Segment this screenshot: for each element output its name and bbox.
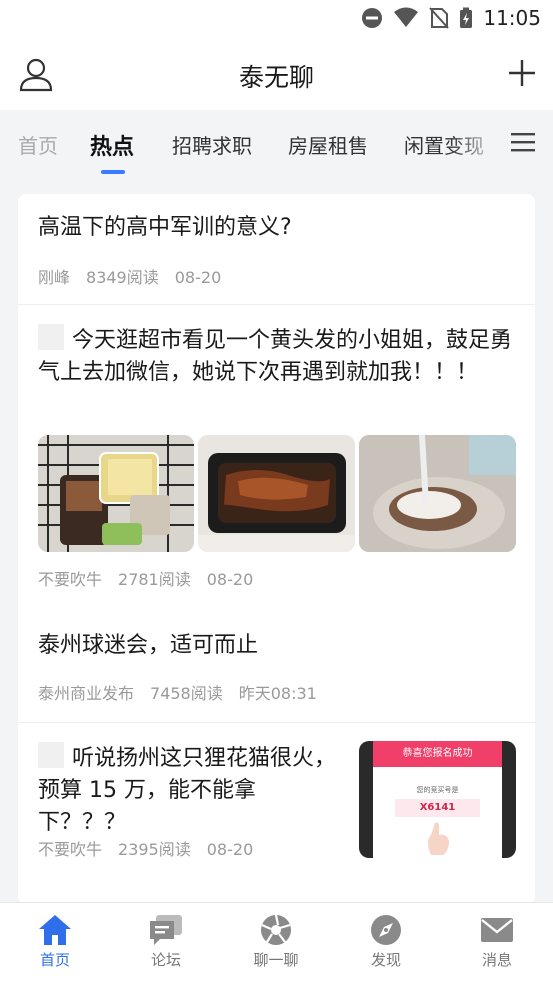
screenshot-thumbnail: 恭喜您报名成功 您的竞买号是 X6141 [373,741,502,858]
nav-label: 论坛 [150,951,181,969]
thumbnail-banner: 恭喜您报名成功 [373,741,502,767]
tab-jobs[interactable]: 招聘求职 [172,130,252,159]
tabs-fade [450,110,505,176]
app-title: 泰无聊 [238,63,314,92]
post-image[interactable] [359,435,516,552]
post-author: 不要吹牛 [38,840,103,859]
post-date: 08-20 [174,268,222,287]
post-thumbnail[interactable]: 恭喜您报名成功 您的竞买号是 X6141 [359,741,516,858]
tab-hot[interactable]: 热点 [90,129,134,161]
post-title: 泰州球迷会，适可而止 [38,633,259,658]
mail-icon [481,918,513,942]
post-title: 今天逛超市看见一个黄头发的小姐姐，鼓足勇气上去加微信，她说下次再遇到就加我！！！ [38,324,518,389]
post-meta: 不要吹牛 2395阅读 08-20 [38,836,269,860]
avatar [38,324,64,350]
post-feed: 高温下的高中军训的意义? 刚峰 8349阅读 08-20 今天逛超市看见一个黄头发的… [18,194,535,904]
post-author: 泰州商业发布 [38,684,135,703]
battery-icon [460,7,473,28]
nav-messages[interactable]: 消息 [457,913,537,970]
category-tabs: 首页 热点 招聘求职 房屋租售 闲置变现 [0,110,553,176]
post-date: 08-20 [206,570,254,589]
post-meta: 泰州商业发布 7458阅读 昨天08:31 [38,680,333,704]
nav-discover[interactable]: 发现 [346,913,426,970]
post-image[interactable] [198,435,355,552]
aperture-icon [261,914,291,945]
post-reads: 7458阅读 [150,684,223,703]
app-bar: 泰无聊 [0,40,553,110]
status-icons: 11:05 [361,6,541,30]
thumbnail-code: X6141 [395,799,480,817]
post-reads: 8349阅读 [86,268,159,287]
nav-label: 聊一聊 [253,951,299,969]
wifi-icon [394,7,419,27]
post-item[interactable]: 听说扬州这只狸花猫很火，预算 15 万，能不能拿下？？？ 恭喜您报名成功 您的竞… [18,722,535,904]
avatar [38,742,64,768]
post-title-text: 听说扬州这只狸花猫很火，预算 15 万，能不能拿下？？？ [38,746,337,835]
post-item[interactable]: 泰州球迷会，适可而止 泰州商业发布 7458阅读 昨天08:31 [18,604,535,722]
post-image[interactable] [38,435,194,552]
post-item[interactable]: 高温下的高中军训的意义? 刚峰 8349阅读 08-20 [18,194,535,304]
tab-home[interactable]: 首页 [18,130,58,159]
hand-icon [428,822,449,855]
status-bar: 11:05 [0,0,553,40]
post-meta: 刚峰 8349阅读 08-20 [38,264,237,288]
post-reads: 2781阅读 [118,570,191,589]
post-item[interactable]: 今天逛超市看见一个黄头发的小姐姐，鼓足勇气上去加微信，她说下次再遇到就加我！！！ [18,304,535,604]
menu-icon[interactable] [511,132,535,152]
active-tab-indicator [101,170,125,174]
post-title: 听说扬州这只狸花猫很火，预算 15 万，能不能拿下？？？ [38,742,338,839]
status-time: 11:05 [483,6,541,30]
nav-label: 消息 [481,951,512,969]
braised-ribs-photo [198,435,355,552]
post-title: 高温下的高中军训的意义? [38,215,292,240]
compass-icon [371,915,401,945]
post-author: 刚峰 [38,268,71,287]
nav-forum[interactable]: 论坛 [126,913,206,970]
post-date: 昨天08:31 [238,684,317,703]
post-author: 不要吹牛 [38,570,103,589]
nav-label: 首页 [39,951,70,969]
post-reads: 2395阅读 [118,840,191,859]
no-sim-icon [429,7,450,29]
dnd-icon [362,8,383,28]
post-meta: 不要吹牛 2781阅读 08-20 [38,566,269,590]
dessert-cup-photo [359,435,516,552]
nav-home[interactable]: 首页 [15,913,95,970]
post-date: 08-20 [206,840,254,859]
forum-icon [150,915,182,945]
thumbnail-caption: 您的竞买号是 [416,786,459,794]
bottom-nav: 首页 论坛 聊一聊 发现 消息 [0,902,553,984]
nav-chat[interactable]: 聊一聊 [236,913,316,970]
add-icon[interactable] [507,58,537,88]
home-icon [39,915,71,945]
post-title-text: 今天逛超市看见一个黄头发的小姐姐，鼓足勇气上去加微信，她说下次再遇到就加我！！！ [38,328,513,385]
nav-label: 发现 [370,951,401,969]
shopping-basket-photo [38,435,194,552]
tab-housing[interactable]: 房屋租售 [288,130,368,159]
